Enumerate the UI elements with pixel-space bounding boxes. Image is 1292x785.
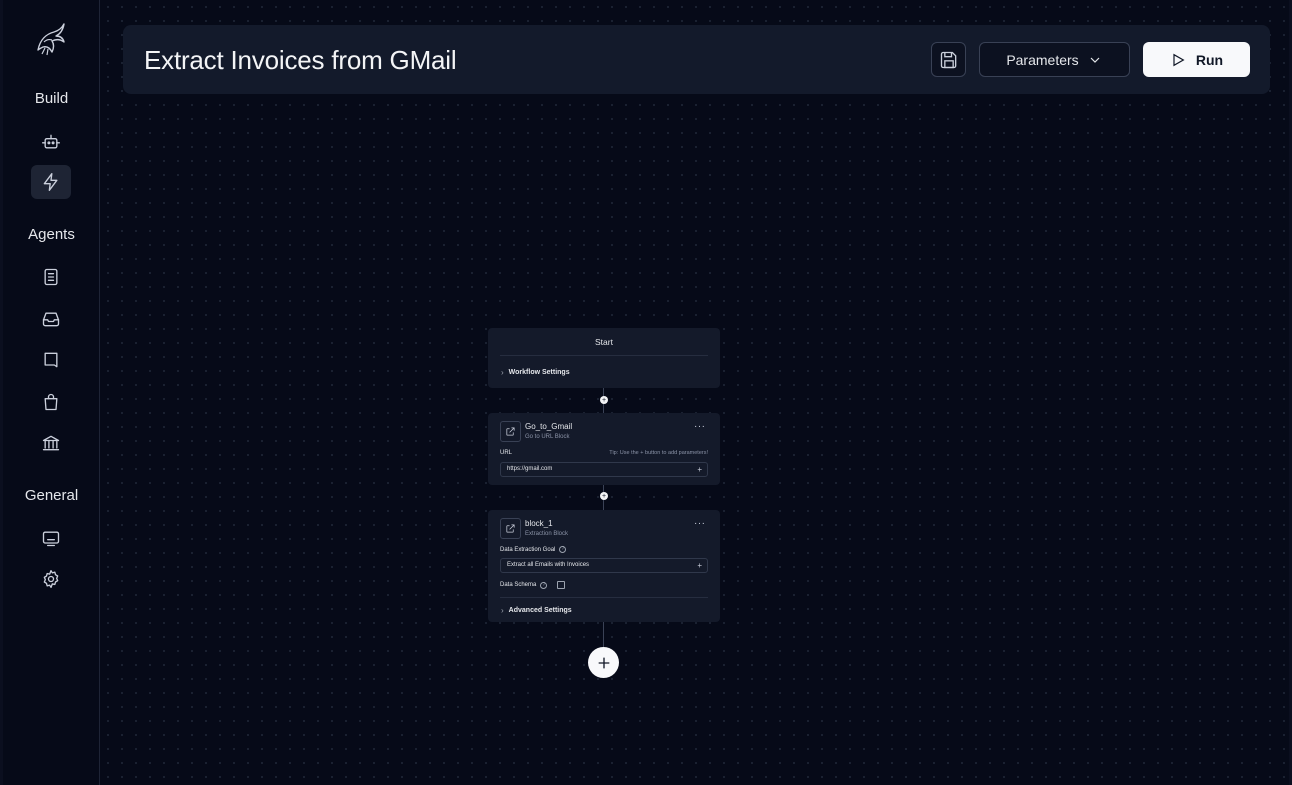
divider	[500, 355, 708, 356]
inbox-icon	[42, 312, 60, 327]
chevron-right-icon: ›	[501, 606, 504, 615]
start-node[interactable]: Start › Workflow Settings	[488, 328, 720, 388]
help-icon[interactable]: ?	[540, 581, 548, 589]
nav-heading-agents: Agents	[28, 226, 75, 243]
save-button[interactable]	[931, 42, 966, 77]
shopping-bag-icon	[44, 393, 58, 411]
plus-icon	[598, 657, 609, 668]
dragon-logo-icon	[37, 23, 65, 56]
workflow-settings-label: Workflow Settings	[508, 369, 570, 376]
add-parameter-button[interactable]: +	[697, 463, 702, 476]
run-button[interactable]: Run	[1143, 42, 1250, 77]
robot-icon	[42, 134, 60, 149]
goal-label-text: Data Extraction Goal	[500, 546, 556, 553]
block-name[interactable]: block_1	[525, 519, 553, 528]
plus-icon: +	[601, 492, 607, 500]
parameter-tip: Tip: Use the + button to add parameters!	[609, 450, 708, 456]
advanced-settings-toggle[interactable]: › Advanced Settings	[501, 606, 572, 615]
block-icon-box	[500, 518, 521, 539]
run-label: Run	[1195, 51, 1224, 68]
workflow-settings-toggle[interactable]: › Workflow Settings	[501, 368, 570, 377]
document-icon	[44, 268, 58, 286]
more-options-icon[interactable]: ···	[694, 518, 706, 529]
parameters-label: Parameters	[1006, 51, 1079, 68]
bank-icon	[42, 435, 60, 451]
sidebar-item-monitor[interactable]	[31, 521, 71, 555]
sidebar-item-shopping[interactable]	[31, 385, 71, 419]
advanced-settings-label: Advanced Settings	[508, 607, 572, 614]
data-schema-checkbox[interactable]	[557, 581, 566, 589]
add-parameter-button[interactable]: +	[697, 559, 702, 572]
data-schema-label: Data Schema ?	[500, 581, 566, 589]
page-title[interactable]: Extract Invoices from GMail	[144, 45, 457, 76]
sidebar-item-book[interactable]	[31, 343, 71, 377]
sidebar-item-documents[interactable]	[31, 260, 71, 294]
url-label: URL	[500, 450, 512, 456]
add-block-between-button[interactable]: +	[600, 396, 608, 404]
data-extraction-goal-label: Data Extraction Goal ?	[500, 546, 567, 553]
schema-label-text: Data Schema	[500, 582, 537, 588]
nav-heading-build: Build	[34, 90, 69, 107]
monitor-icon	[42, 531, 60, 547]
add-block-button[interactable]	[588, 647, 619, 678]
app-window: Build Agents General Extract Invoices fr…	[3, 0, 1289, 785]
chevron-down-icon	[1090, 57, 1100, 63]
app-logo[interactable]	[30, 20, 70, 60]
start-title: Start	[595, 337, 613, 347]
sidebar-item-inbox[interactable]	[31, 302, 71, 336]
more-options-icon[interactable]: ···	[694, 421, 706, 432]
block-type: Go to URL Block	[525, 434, 570, 440]
plus-icon: +	[601, 396, 607, 404]
external-link-icon	[506, 427, 515, 436]
save-icon	[940, 51, 956, 68]
goal-value: Extract all Emails with Invoices	[507, 562, 590, 568]
play-icon	[1173, 53, 1185, 66]
add-block-between-button[interactable]: +	[600, 492, 608, 500]
block-icon-box	[500, 421, 521, 442]
block-type: Extraction Block	[525, 531, 569, 537]
block-node[interactable]: Go_to_Gmail Go to URL Block ··· URL Tip:…	[488, 413, 720, 485]
workflow-header: Extract Invoices from GMail Parameters R…	[123, 25, 1270, 94]
sidebar-item-settings[interactable]	[31, 562, 71, 596]
block-node[interactable]: block_1 Extraction Block ··· Data Extrac…	[488, 510, 720, 622]
sidebar-item-bank[interactable]	[31, 426, 71, 460]
goal-input[interactable]: Extract all Emails with Invoices +	[500, 558, 708, 573]
nav-heading-general: General	[24, 487, 79, 504]
sidebar-item-robot[interactable]	[31, 125, 71, 159]
sidebar: Build Agents General	[3, 0, 100, 785]
workflow-canvas[interactable]	[101, 0, 1289, 785]
book-icon	[44, 352, 58, 368]
chevron-right-icon: ›	[501, 368, 504, 377]
parameters-button[interactable]: Parameters	[979, 42, 1130, 77]
url-label-text: URL	[500, 450, 513, 456]
lightning-icon	[43, 173, 58, 191]
sidebar-item-workflows[interactable]	[31, 165, 71, 199]
external-link-icon	[506, 524, 515, 533]
divider	[500, 597, 708, 598]
help-icon[interactable]: ?	[559, 546, 567, 553]
url-input[interactable]: https://gmail.com +	[500, 462, 708, 477]
gear-icon	[43, 570, 59, 588]
url-value: https://gmail.com	[507, 466, 553, 472]
block-name[interactable]: Go_to_Gmail	[525, 422, 572, 431]
edge	[603, 622, 604, 647]
